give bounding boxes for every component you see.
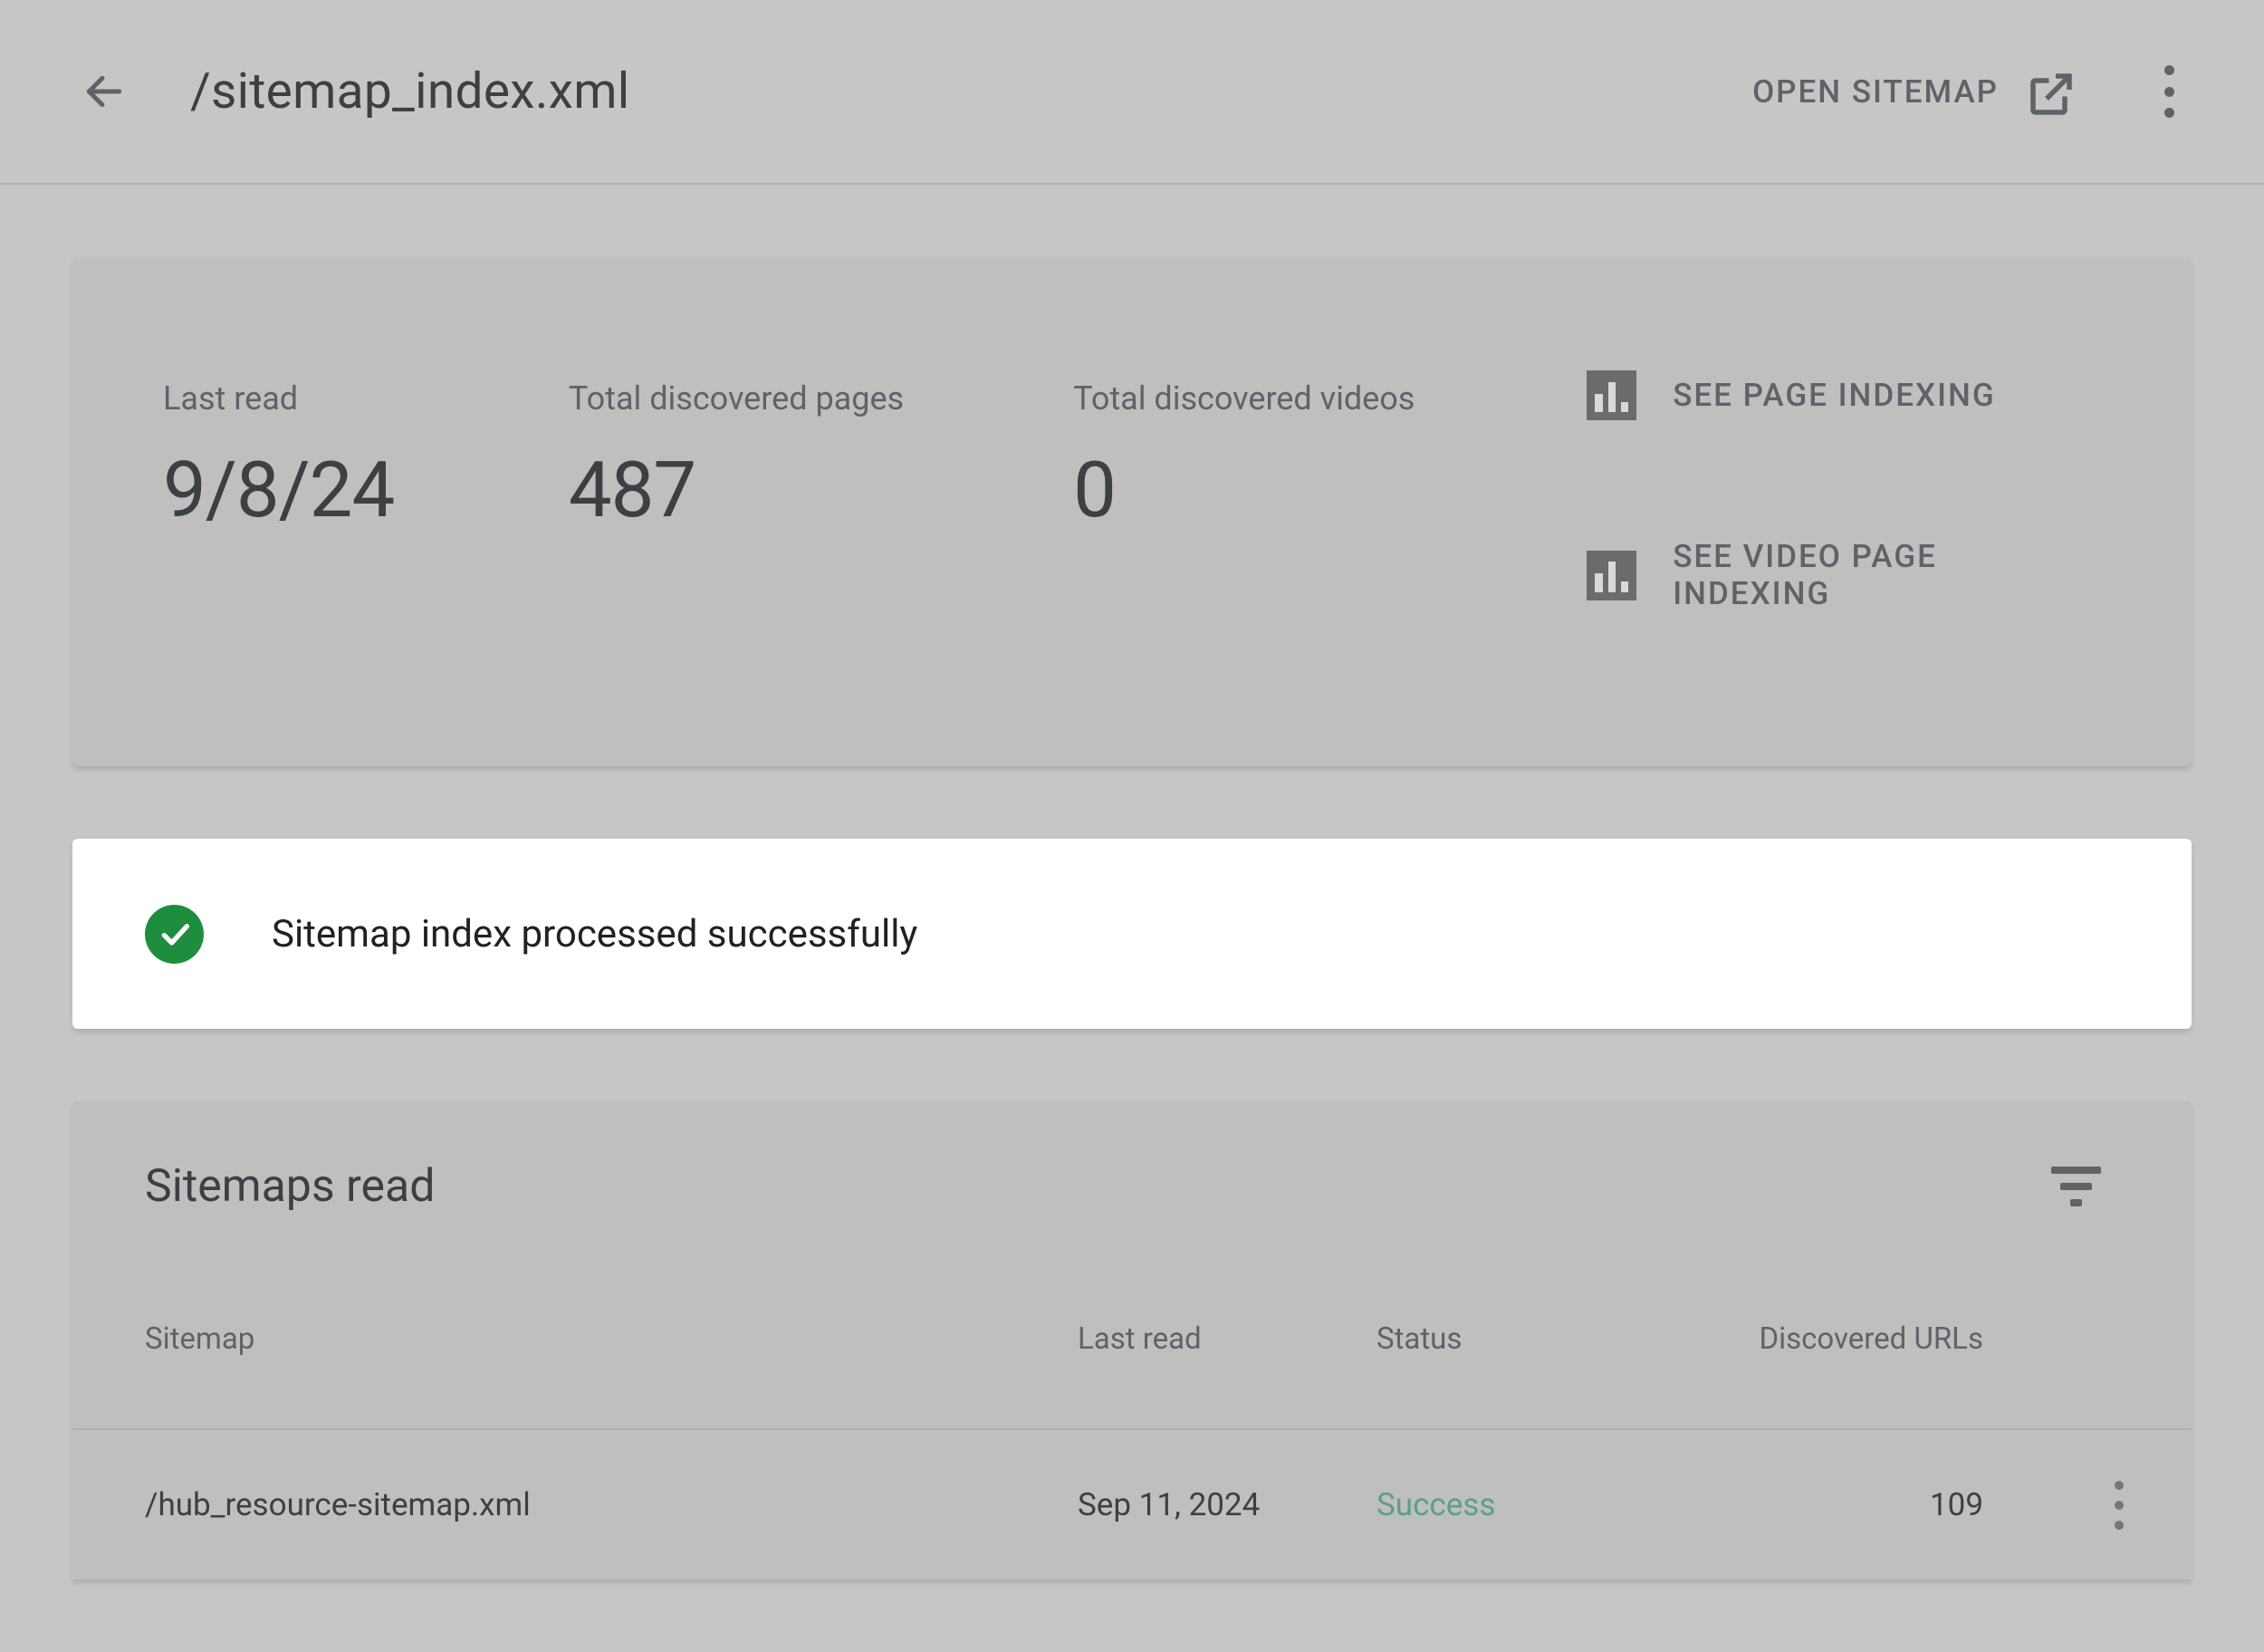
cell-status: Success bbox=[1377, 1486, 1703, 1523]
open-external-icon bbox=[2024, 67, 2074, 117]
open-sitemap-label: OPEN SITEMAP bbox=[1752, 73, 1999, 110]
table-header-row: Sitemap Last read Status Discovered URLs bbox=[72, 1249, 2192, 1430]
page-header: /sitemap_index.xml OPEN SITEMAP bbox=[0, 0, 2264, 185]
stat-label: Total discovered pages bbox=[569, 379, 964, 418]
cell-last-read: Sep 11, 2024 bbox=[1078, 1486, 1377, 1523]
back-button[interactable] bbox=[82, 69, 127, 114]
see-video-indexing-link[interactable]: SEE VIDEO PAGE INDEXING bbox=[1587, 538, 2101, 612]
content-area: Last read 9/8/24 Total discovered pages … bbox=[0, 185, 2264, 1652]
row-actions-menu[interactable] bbox=[2101, 1478, 2137, 1532]
col-discovered: Discovered URLs bbox=[1703, 1321, 2010, 1357]
stat-last-read: Last read 9/8/24 bbox=[163, 379, 460, 535]
col-status: Status bbox=[1377, 1321, 1703, 1357]
success-banner: Sitemap index processed successfully bbox=[72, 839, 2192, 1029]
stat-value: 487 bbox=[569, 445, 964, 535]
link-label: SEE PAGE INDEXING bbox=[1673, 377, 1995, 414]
kebab-dot bbox=[2164, 65, 2174, 75]
kebab-dot bbox=[2164, 87, 2174, 97]
open-sitemap-button[interactable]: OPEN SITEMAP bbox=[1752, 67, 2074, 117]
stats-card: Last read 9/8/24 Total discovered pages … bbox=[72, 257, 2192, 766]
stat-value: 9/8/24 bbox=[163, 445, 460, 535]
indexing-links: SEE PAGE INDEXING SEE VIDEO PAGE INDEXIN… bbox=[1587, 370, 2101, 612]
bar-chart-icon bbox=[1587, 370, 1636, 420]
bar-chart-icon bbox=[1587, 551, 1636, 600]
filter-icon[interactable] bbox=[2051, 1167, 2101, 1207]
table-row[interactable]: /hub_resource-sitemap.xml Sep 11, 2024 S… bbox=[72, 1430, 2192, 1580]
stat-label: Total discovered videos bbox=[1073, 379, 1478, 418]
stat-pages: Total discovered pages 487 bbox=[569, 379, 964, 535]
kebab-dot bbox=[2164, 108, 2174, 118]
stat-label: Last read bbox=[163, 379, 460, 418]
more-menu-button[interactable] bbox=[2146, 60, 2192, 123]
cell-sitemap: /hub_resource-sitemap.xml bbox=[145, 1486, 1078, 1523]
col-last-read: Last read bbox=[1078, 1321, 1377, 1357]
arrow-left-icon bbox=[82, 69, 127, 114]
check-circle-icon bbox=[145, 905, 204, 964]
col-sitemap: Sitemap bbox=[145, 1321, 1078, 1357]
cell-discovered-urls: 109 bbox=[1703, 1486, 2010, 1523]
sitemaps-read-card: Sitemaps read Sitemap Last read Status D… bbox=[72, 1101, 2192, 1580]
stat-value: 0 bbox=[1073, 445, 1478, 535]
sitemaps-card-header: Sitemaps read bbox=[72, 1101, 2192, 1249]
success-message: Sitemap index processed successfully bbox=[272, 912, 917, 956]
kebab-dot bbox=[2115, 1481, 2124, 1490]
see-page-indexing-link[interactable]: SEE PAGE INDEXING bbox=[1587, 370, 2101, 420]
link-label: SEE VIDEO PAGE INDEXING bbox=[1673, 538, 2101, 612]
stat-videos: Total discovered videos 0 bbox=[1073, 379, 1478, 535]
sitemaps-title: Sitemaps read bbox=[145, 1160, 435, 1213]
page-title: /sitemap_index.xml bbox=[190, 62, 1752, 120]
kebab-dot bbox=[2115, 1501, 2124, 1510]
kebab-dot bbox=[2115, 1521, 2124, 1530]
